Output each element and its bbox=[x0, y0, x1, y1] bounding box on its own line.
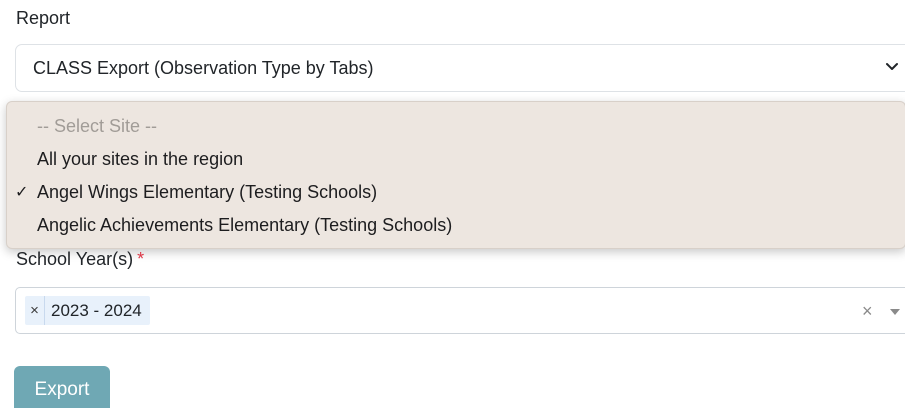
report-select[interactable]: CLASS Export (Observation Type by Tabs) bbox=[15, 44, 905, 92]
required-mark: * bbox=[137, 249, 145, 269]
site-option-angel-wings[interactable]: Angel Wings Elementary (Testing Schools) bbox=[37, 182, 377, 203]
school-year-label-text: School Year(s) bbox=[16, 249, 134, 269]
school-year-tag: × 2023 - 2024 bbox=[25, 296, 150, 325]
site-option-placeholder[interactable]: -- Select Site -- bbox=[37, 116, 157, 137]
report-select-value: CLASS Export (Observation Type by Tabs) bbox=[33, 58, 374, 78]
checkmark-icon: ✓ bbox=[15, 184, 29, 201]
report-label: Report bbox=[16, 8, 71, 28]
chevron-down-icon[interactable] bbox=[882, 55, 902, 79]
school-year-label: School Year(s) * bbox=[16, 249, 144, 270]
export-button[interactable]: Export bbox=[14, 366, 110, 408]
report-form: Report CLASS Export (Observation Type by… bbox=[0, 0, 905, 408]
school-year-multiselect[interactable]: × 2023 - 2024 × bbox=[15, 287, 905, 334]
school-year-tag-text: 2023 - 2024 bbox=[51, 300, 142, 320]
close-icon[interactable]: × bbox=[862, 301, 873, 322]
site-option-all-sites[interactable]: All your sites in the region bbox=[37, 149, 243, 170]
site-dropdown-menu: -- Select Site -- All your sites in the … bbox=[6, 101, 905, 249]
tag-remove-icon[interactable]: × bbox=[25, 296, 45, 325]
caret-down-icon[interactable] bbox=[890, 309, 900, 315]
site-option-angelic-achievements[interactable]: Angelic Achievements Elementary (Testing… bbox=[37, 215, 452, 236]
